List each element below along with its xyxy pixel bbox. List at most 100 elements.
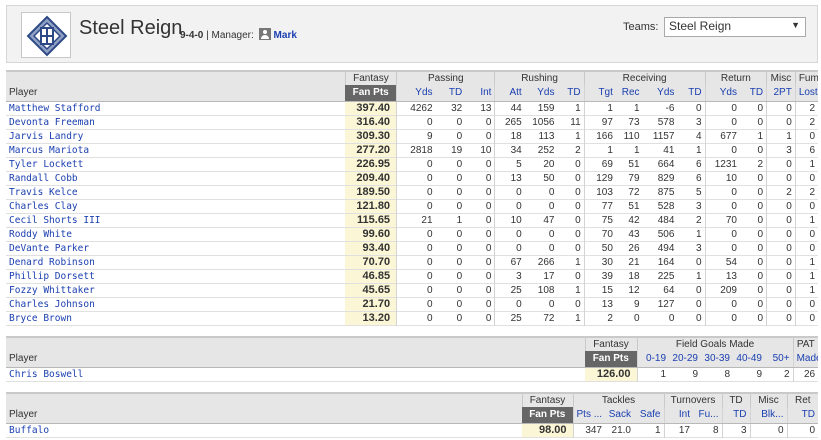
group-pat: PAT	[792, 337, 819, 351]
table-row: Travis Kelce 189.50 0 0 0 0 0 0 103 72 875 5 0 0 2 2	[6, 185, 818, 199]
stat-cell: 10	[480, 144, 492, 156]
teams-select[interactable]: Steel Reign ▼	[664, 17, 806, 37]
stat-cell: 0	[757, 298, 764, 310]
column-header-player[interactable]: Player	[6, 351, 585, 368]
fantasy-points: 316.40	[345, 115, 397, 129]
stat-cell: 0	[575, 270, 581, 282]
group-field-goals: Field Goals Made	[636, 337, 794, 351]
stat-cell: 1	[575, 312, 581, 324]
column-header-50[interactable]: 50+	[765, 351, 794, 368]
stat-cell: 13	[704, 269, 740, 283]
table-row: Roddy White 99.60 0 0 0 0 0 0 70 43 506 1 0 0 0 0	[6, 227, 818, 241]
player-name-link[interactable]: Phillip Dorsett	[6, 269, 345, 283]
table-row: Charles Johnson 21.70 0 0 0 0 0 0 13 9 127 0 0 0 0 0	[6, 297, 818, 311]
player-name-link[interactable]: Matthew Stafford	[6, 101, 345, 115]
stat-cell: 0	[485, 228, 492, 240]
stat-cell: 4262	[396, 101, 436, 115]
column-header-fan-pts[interactable]: Fan Pts	[585, 351, 637, 368]
player-name-link[interactable]: DeVante Parker	[6, 241, 345, 255]
column-header-player[interactable]: Player	[6, 85, 346, 102]
fantasy-points: 126.00	[585, 367, 637, 381]
stat-cell: 528	[657, 200, 675, 212]
stat-cell: 1	[583, 143, 616, 157]
column-header-int[interactable]: Int	[465, 85, 495, 102]
column-header-yds[interactable]: Yds	[524, 85, 558, 102]
fantasy-points: 45.65	[345, 283, 397, 297]
column-header-td[interactable]: TD	[739, 85, 767, 102]
player-name-link[interactable]: Charles Johnson	[6, 297, 345, 311]
player-name-link[interactable]: Chris Boswell	[6, 367, 585, 381]
team-record: 9-4-0	[180, 30, 204, 41]
column-header-0-19[interactable]: 0-19	[636, 351, 669, 368]
stat-cell: 9	[396, 129, 436, 143]
stat-cell: 41	[663, 144, 675, 156]
stat-cell: 0	[456, 312, 463, 324]
column-header-rec[interactable]: Rec	[615, 85, 643, 102]
stat-cell: 0	[575, 228, 581, 240]
stat-cell: 0	[396, 283, 436, 297]
column-header-made[interactable]: Made	[792, 351, 819, 368]
player-name-link[interactable]: Jarvis Landry	[6, 129, 345, 143]
column-header-sack[interactable]: Sack	[605, 407, 634, 424]
stat-cell: 79	[628, 172, 640, 184]
stat-cell: 0	[757, 116, 764, 128]
manager-label: | Manager:	[206, 30, 254, 41]
stat-cell: 0	[757, 242, 764, 254]
column-header-yds[interactable]: Yds	[642, 85, 678, 102]
stat-cell: 1	[456, 214, 463, 226]
player-name-link[interactable]: Travis Kelce	[6, 185, 345, 199]
column-header-yds[interactable]: Yds	[704, 85, 740, 102]
stat-cell: 67	[494, 255, 525, 269]
stat-cell: 13	[583, 297, 616, 311]
column-header-td[interactable]: TD	[677, 85, 706, 102]
column-header-safe[interactable]: Safe	[634, 407, 664, 424]
stat-cell: 1	[696, 228, 702, 240]
column-header-td[interactable]: TD	[435, 85, 466, 102]
column-header-td[interactable]: TD	[786, 407, 818, 424]
column-header-td[interactable]: TD	[721, 407, 750, 424]
fantasy-points: 21.70	[345, 297, 397, 311]
player-name-link[interactable]: Devonta Freeman	[6, 115, 345, 129]
column-header-20-29[interactable]: 20-29	[669, 351, 701, 368]
group-fantasy: Fantasy	[521, 393, 573, 407]
player-name-link[interactable]: Denard Robinson	[6, 255, 345, 269]
defense-stats-table: Fantasy Tackles Turnovers TD Misc Ret Pl…	[6, 392, 818, 438]
column-header-2pt[interactable]: 2PT	[766, 85, 796, 102]
stat-cell: 2	[583, 311, 616, 325]
player-name-link[interactable]: Roddy White	[6, 227, 345, 241]
stat-cell: 0	[575, 298, 581, 310]
stat-cell: 42	[628, 214, 640, 226]
stat-cell: 829	[657, 172, 675, 184]
column-header-int[interactable]: Int	[663, 407, 693, 424]
stat-cell: 0	[456, 200, 463, 212]
player-name-link[interactable]: Tyler Lockett	[6, 157, 345, 171]
stat-cell: 0	[704, 297, 740, 311]
player-name-link[interactable]: Randall Cobb	[6, 171, 345, 185]
player-name-link[interactable]: Marcus Mariota	[6, 143, 345, 157]
player-name-link[interactable]: Charles Clay	[6, 199, 345, 213]
player-name-link[interactable]: Cecil Shorts III	[6, 213, 345, 227]
column-header-fan-pts[interactable]: Fan Pts	[345, 85, 397, 102]
player-name-link[interactable]: Bryce Brown	[6, 311, 345, 325]
table-row: Tyler Lockett 226.95 0 0 0 5 20 0 69 51 664 6 1231 2 0…	[6, 157, 818, 171]
manager-link[interactable]: Mark	[274, 30, 297, 41]
stat-cell: 0	[575, 186, 581, 198]
stat-cell: 8	[712, 424, 719, 436]
column-header-lost[interactable]: Lost	[794, 85, 818, 102]
column-header-player[interactable]: Player	[6, 407, 522, 424]
column-header-fu[interactable]: Fu...	[693, 407, 722, 424]
column-header-40-49[interactable]: 40-49	[733, 351, 765, 368]
column-header-30-39[interactable]: 30-39	[701, 351, 733, 368]
column-header-att[interactable]: Att	[494, 85, 525, 102]
player-name-link[interactable]: Buffalo	[6, 423, 522, 437]
column-header-yds[interactable]: Yds	[396, 85, 436, 102]
stat-cell: 1	[794, 255, 818, 269]
stat-cell: 0	[794, 311, 818, 325]
column-header-blk[interactable]: Blk...	[749, 407, 787, 424]
column-header-pts[interactable]: Pts ...	[572, 407, 605, 424]
stat-cell: 506	[657, 228, 675, 240]
column-header-td[interactable]: TD	[557, 85, 585, 102]
column-header-tgt[interactable]: Tgt	[583, 85, 616, 102]
player-name-link[interactable]: Fozzy Whittaker	[6, 283, 345, 297]
column-header-fan-pts[interactable]: Fan Pts	[522, 407, 573, 424]
